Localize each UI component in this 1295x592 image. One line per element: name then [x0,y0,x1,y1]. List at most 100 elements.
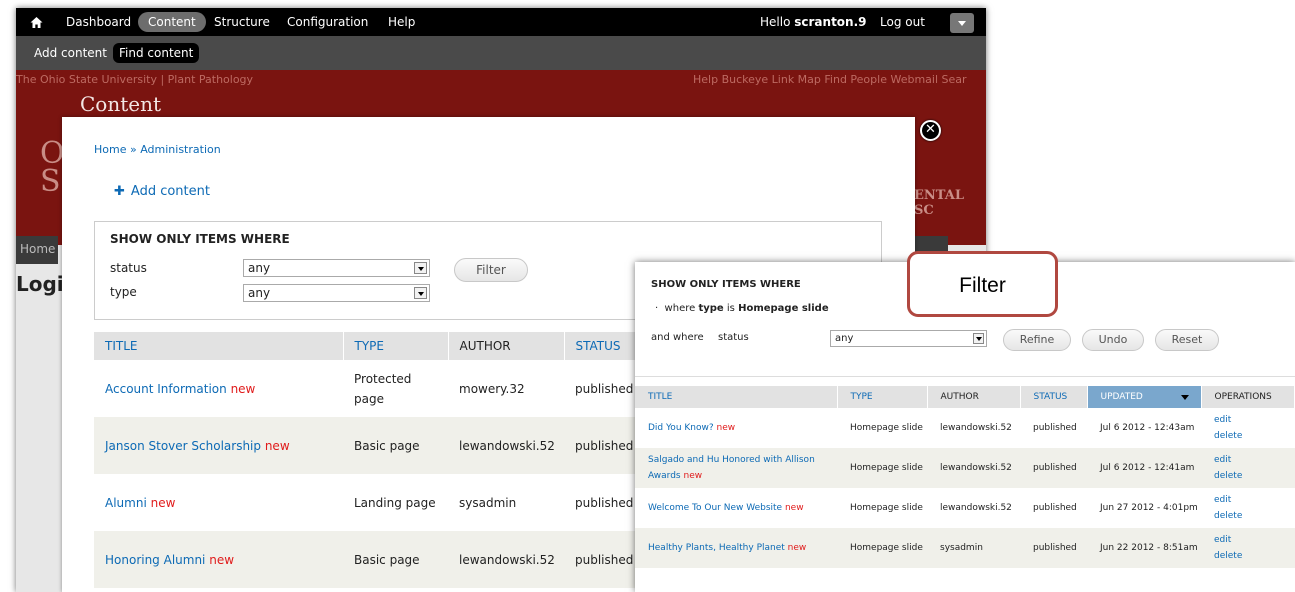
chevron-down-icon [414,262,427,274]
edit-link[interactable]: edit [1214,495,1231,505]
add-content-link[interactable]: ✚ Add content [114,184,210,199]
site-top-links-left: The Ohio State University | Plant Pathol… [16,73,254,86]
new-marker: new [264,438,290,453]
shortcut-add-content[interactable]: Add content [34,43,107,63]
new-marker: new [716,423,736,433]
edit-link[interactable]: edit [1214,415,1231,425]
row-status: published [1020,448,1087,488]
col-type[interactable]: TYPE [343,332,449,360]
row-updated: Jul 6 2012 - 12:41am [1087,448,1201,488]
row-author: sysadmin [459,495,517,510]
type-label: type [110,285,137,299]
home-icon[interactable] [30,16,43,29]
row-author: lewandowski.52 [927,448,1020,488]
greeting: Hello scranton.9 [760,8,867,36]
toolbar-configuration[interactable]: Configuration [287,8,368,36]
row-title-link[interactable]: Janson Stover Scholarship [105,439,261,453]
reset-button[interactable]: Reset [1155,329,1219,351]
sort-desc-icon [1180,395,1189,400]
row-type: Landing page [354,495,436,510]
where-is: is [726,303,735,314]
shortcut-find-content[interactable]: Find content [113,43,200,63]
row-author: lewandowski.52 [940,503,1012,513]
row-title-link[interactable]: Alumni [105,496,147,510]
new-marker: new [683,471,703,481]
status-select[interactable]: any [243,259,430,277]
plus-icon: ✚ [114,184,125,199]
table-row: Salgado and Hu Honored with Allison Awar… [635,448,1295,488]
new-marker: new [787,543,807,553]
close-icon[interactable]: ✕ [920,120,941,141]
row-title-link[interactable]: Did You Know? [648,423,714,433]
row-author: lewandowski.52 [448,531,564,588]
row-type: Homepage slide [850,503,923,513]
toolbar-structure[interactable]: Structure [214,8,270,36]
delete-link[interactable]: delete [1214,511,1242,521]
where-field: type [698,303,724,314]
logout-link[interactable]: Log out [880,8,925,36]
row-title-link[interactable]: Honoring Alumni [105,553,205,567]
row-type: Homepage slide [837,448,927,488]
site-home-tab-label: Home [20,242,56,256]
undo-button[interactable]: Undo [1082,329,1144,351]
filter-button[interactable]: Filter [454,258,528,282]
filtered-heading: SHOW ONLY ITEMS WHERE [651,279,801,290]
table-row: Did You Know? new Homepage slide lewando… [635,408,1295,448]
delete-link[interactable]: delete [1214,551,1242,561]
edit-link[interactable]: edit [1214,535,1231,545]
row-title-link[interactable]: Healthy Plants, Healthy Planet [648,543,785,553]
col-author: AUTHOR [927,386,1021,408]
toolbar-dashboard[interactable]: Dashboard [66,8,131,36]
breadcrumb[interactable]: Home » Administration [94,143,221,156]
row-type: Basic page [343,531,448,588]
row-updated: Jun 27 2012 - 4:01pm [1100,503,1198,513]
type-select[interactable]: any [243,284,430,302]
delete-link[interactable]: delete [1214,431,1242,441]
row-updated: Jun 22 2012 - 8:51am [1087,528,1201,568]
col-author: AUTHOR [448,332,565,360]
bullet-icon: · [655,303,659,314]
delete-link[interactable]: delete [1214,471,1242,481]
row-author: lewandowski.52 [940,423,1012,433]
col-updated[interactable]: UPDATED [1087,386,1202,408]
where-prefix: where [664,303,696,314]
row-status: published [1020,528,1087,568]
row-title-link[interactable]: Salgado and Hu Honored with Allison Awar… [648,455,815,481]
filtered-table: TITLE TYPE AUTHOR STATUS UPDATED OPERATI… [635,386,1295,568]
site-home-tab: Home [16,236,58,264]
row-title-link[interactable]: Account Information [105,382,227,396]
admin-toolbar: Dashboard Content Structure Configuratio… [16,8,986,36]
new-marker: new [150,495,176,510]
col-status[interactable]: STATUS [1020,386,1088,408]
and-where-label: and where [651,332,704,343]
toolbar-help[interactable]: Help [388,8,415,36]
edit-link[interactable]: edit [1214,455,1231,465]
row-type: Protected page [354,371,412,406]
filter-heading: SHOW ONLY ITEMS WHERE [110,232,290,246]
col-title[interactable]: TITLE [94,332,344,360]
filtered-status-value: any [835,333,854,344]
row-author: lewandowski.52 [448,417,564,474]
row-type: Basic page [343,417,448,474]
username[interactable]: scranton.9 [794,15,866,29]
col-type[interactable]: TYPE [837,386,928,408]
site-banner-fragment: ENTAL SC [914,188,964,218]
type-select-value: any [248,286,271,300]
page-title: Content [80,92,162,116]
table-row: Healthy Plants, Healthy Planet new Homep… [635,528,1295,568]
greeting-text: Hello [760,15,791,29]
filtered-status-select[interactable]: any [830,330,987,347]
chevron-down-icon [973,333,984,344]
col-updated-label: UPDATED [1100,392,1143,402]
refine-button[interactable]: Refine [1003,329,1071,351]
toolbar-content[interactable]: Content [138,12,206,32]
chevron-down-icon [414,287,427,299]
shortcuts-toggle-button[interactable] [950,13,974,33]
col-operations: OPERATIONS [1201,386,1295,408]
row-title-link[interactable]: Welcome To Our New Website [648,503,782,513]
where-value: Homepage slide [738,303,829,314]
row-updated: Jul 6 2012 - 12:43am [1100,423,1195,433]
filter-callout: Filter [907,251,1058,317]
col-title[interactable]: TITLE [635,386,838,408]
add-content-label: Add content [130,184,210,199]
